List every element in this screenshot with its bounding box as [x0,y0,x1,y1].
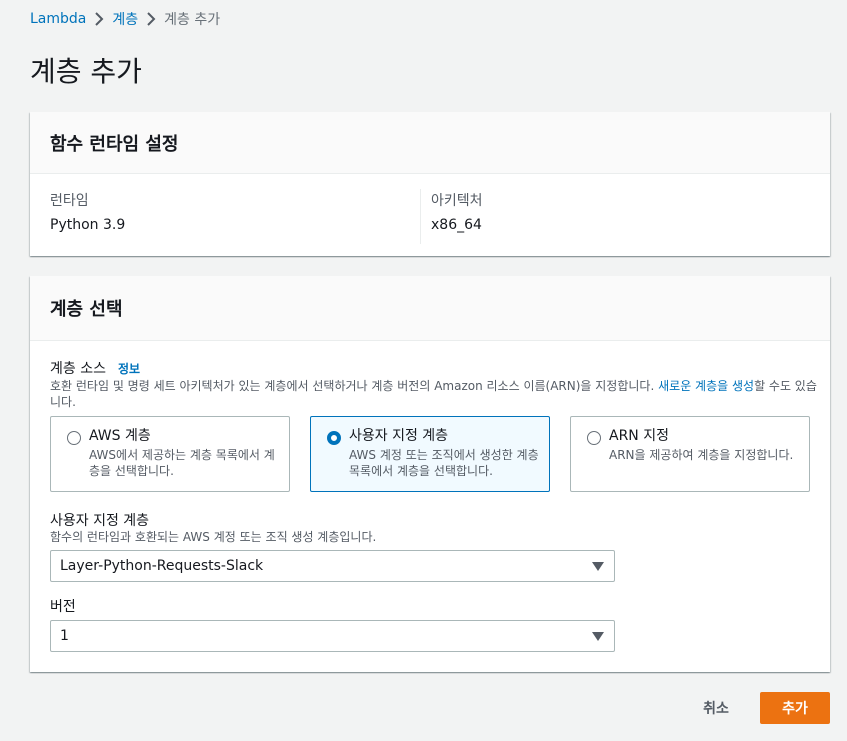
layer-source-label: 계층 소스 정보 [50,358,140,378]
panel-header: 함수 런타임 설정 [30,112,830,174]
info-link[interactable]: 정보 [118,362,140,376]
radio-button[interactable] [587,431,601,445]
custom-layer-select[interactable]: Layer-Python-Requests-Slack [50,550,615,582]
option-title: 사용자 지정 계층 [349,428,449,444]
layer-source-label-text: 계층 소스 [50,361,106,377]
panel-header: 계층 선택 [30,276,830,341]
option-custom-layers[interactable]: 사용자 지정 계층 AWS 계정 또는 조직에서 생성한 계층 목록에서 계층을… [310,416,550,492]
caret-down-icon [592,632,604,641]
breadcrumb-layers[interactable]: 계층 [112,9,138,29]
version-label: 버전 [50,599,76,615]
runtime-settings-panel: 함수 런타임 설정 런타임 Python 3.9 아키텍처 x86_64 [30,112,830,256]
add-button[interactable]: 추가 [760,692,830,724]
option-description: AWS 계정 또는 조직에서 생성한 계층 목록에서 계층을 선택합니다. [349,448,539,478]
runtime-settings-title: 함수 런타임 설정 [50,133,179,155]
custom-layer-label: 사용자 지정 계층 [50,513,150,529]
runtime-settings-values: 런타임 Python 3.9 아키텍처 x86_64 [30,174,830,244]
cancel-button[interactable]: 취소 [690,692,742,724]
version-select[interactable]: 1 [50,620,615,652]
option-title: AWS 계층 [89,428,151,444]
option-title: ARN 지정 [609,428,669,444]
runtime-label: 런타임 [50,193,89,209]
create-new-layer-link[interactable]: 새로운 계층을 생성 [658,379,754,393]
layer-source-description: 호환 런타임 및 명령 세트 아키텍처가 있는 계층에서 선택하거나 계층 버전… [50,378,820,410]
breadcrumb: Lambda 계층 계층 추가 [30,8,220,30]
architecture-column: 아키텍처 x86_64 [420,189,810,244]
radio-button[interactable] [67,431,81,445]
layer-source-desc-text: 호환 런타임 및 명령 세트 아키텍처가 있는 계층에서 선택하거나 계층 버전… [50,379,659,393]
architecture-label: 아키텍처 [431,193,483,209]
layer-select-panel: 계층 선택 계층 소스 정보 호환 런타임 및 명령 세트 아키텍처가 있는 계층… [30,276,830,672]
custom-layer-description: 함수의 런타임과 호환되는 AWS 계정 또는 조직 생성 계층입니다. [50,530,377,544]
caret-down-icon [592,562,604,571]
breadcrumb-current: 계층 추가 [164,12,221,28]
layer-select-title: 계층 선택 [50,299,123,320]
runtime-column: 런타임 Python 3.9 [30,189,420,244]
option-description: ARN을 제공하여 계층을 지정합니다. [609,448,794,462]
version-selected-value: 1 [60,628,69,644]
radio-button-selected[interactable] [327,431,341,445]
option-aws-layers[interactable]: AWS 계층 AWS에서 제공하는 계층 목록에서 계층을 선택합니다. [50,416,290,492]
breadcrumb-lambda[interactable]: Lambda [30,11,86,27]
chevron-right-icon [86,12,112,26]
option-specify-arn[interactable]: ARN 지정 ARN을 제공하여 계층을 지정합니다. [570,416,810,492]
layer-source-options: AWS 계층 AWS에서 제공하는 계층 목록에서 계층을 선택합니다. 사용자… [50,416,810,492]
runtime-value: Python 3.9 [50,217,126,233]
chevron-right-icon [138,12,164,26]
custom-layer-selected-value: Layer-Python-Requests-Slack [60,558,264,574]
option-description: AWS에서 제공하는 계층 목록에서 계층을 선택합니다. [89,448,275,478]
architecture-value: x86_64 [431,217,482,233]
page-title: 계층 추가 [30,55,142,88]
